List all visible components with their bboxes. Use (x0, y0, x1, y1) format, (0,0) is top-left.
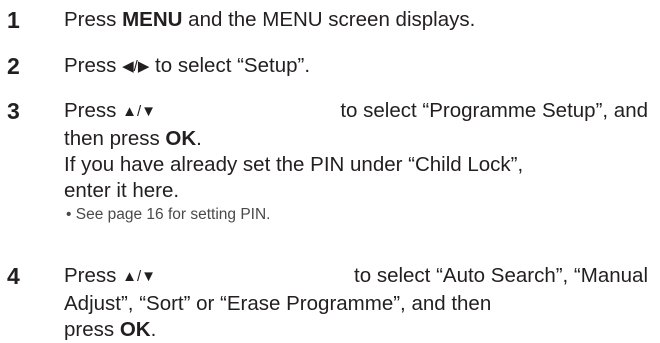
step-line: If you have already set the PIN under “C… (64, 153, 524, 176)
text: Press (64, 99, 123, 122)
text: Press (64, 54, 123, 77)
step-number: 1 (7, 7, 20, 33)
step-text: Press ◀/▶ to select “Setup”. (64, 53, 648, 81)
step-line: Press ▲/▼ to select “Auto Search”, “Manu… (64, 263, 648, 291)
up-down-arrow-icon: ▲/▼ (122, 103, 156, 120)
text: . (196, 127, 202, 150)
text: and the MENU screen displays. (182, 8, 476, 31)
step-number: 3 (7, 98, 20, 124)
left-right-arrow-icon: ◀/▶ (122, 58, 150, 75)
text: . (150, 318, 157, 341)
pin-note: • See page 16 for setting PIN. (66, 206, 271, 223)
text: to select “Setup”. (149, 54, 311, 77)
step-line: Adjust”, “Sort” or “Erase Programme”, an… (64, 292, 492, 315)
step-text: Press MENU and the MENU screen displays. (64, 7, 648, 33)
up-down-arrow-icon: ▲/▼ (122, 268, 156, 285)
step-line: Press MENU and the MENU screen displays. (64, 7, 648, 33)
step-line: then press OK. (64, 126, 648, 152)
step-line: Press ▲/▼ to select “Programme Setup”, a… (64, 98, 648, 126)
step-text: Press ▲/▼ to select “Auto Search”, “Manu… (64, 263, 648, 343)
step-line: enter it here. (64, 179, 180, 202)
ok-key-label: OK (119, 318, 151, 341)
instruction-page: 1 Press MENU and the MENU screen display… (0, 0, 660, 343)
step-number: 2 (7, 53, 20, 79)
menu-key-label: MENU (122, 8, 183, 31)
text: to select “Auto Search”, “Manual (354, 264, 648, 287)
text: press (64, 318, 120, 341)
text: to select “Programme Setup”, and (340, 99, 648, 122)
step-line: press OK. (64, 317, 648, 343)
text: then press (64, 127, 166, 150)
step-text: Press ▲/▼ to select “Programme Setup”, a… (64, 98, 648, 226)
step-number: 4 (7, 263, 20, 289)
text: Press (64, 8, 123, 31)
ok-key-label: OK (165, 127, 197, 150)
step-line: Press ◀/▶ to select “Setup”. (64, 53, 648, 81)
text: Press (64, 264, 123, 287)
